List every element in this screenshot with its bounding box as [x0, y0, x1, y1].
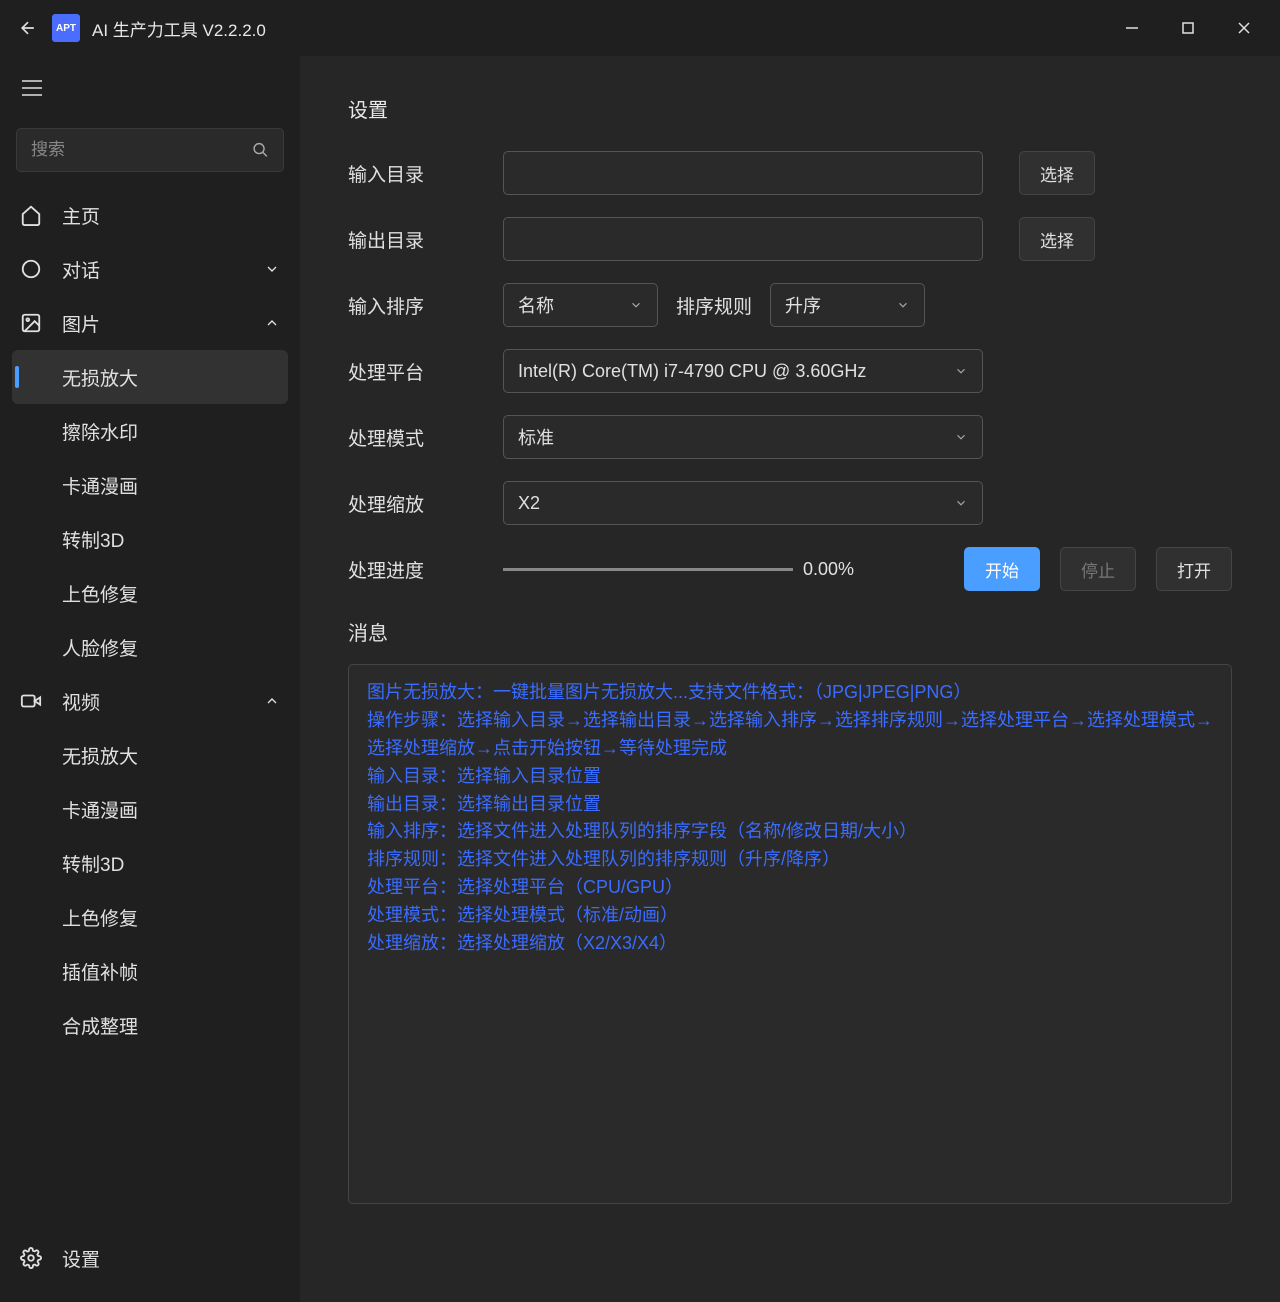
minimize-button[interactable]: [1104, 8, 1160, 48]
window-title: AI 生产力工具 V2.2.2.0: [92, 16, 1104, 41]
nav-video-cartoon[interactable]: 卡通漫画: [0, 782, 300, 836]
nav-label: 上色修复: [62, 580, 138, 607]
nav-label: 人脸修复: [62, 634, 138, 661]
chevron-down-icon: [954, 364, 968, 378]
video-icon: [20, 690, 42, 712]
maximize-button[interactable]: [1160, 8, 1216, 48]
chevron-down-icon: [896, 298, 910, 312]
mode-select[interactable]: 标准: [503, 415, 983, 459]
nav-video-compose[interactable]: 合成整理: [0, 998, 300, 1052]
message-title: 消息: [348, 617, 1232, 646]
nav-image-watermark[interactable]: 擦除水印: [0, 404, 300, 458]
choose-output-dir-button[interactable]: 选择: [1019, 217, 1095, 261]
chevron-up-icon: [264, 693, 280, 709]
label-input-dir: 输入目录: [348, 160, 503, 187]
app-icon: APT: [52, 14, 80, 42]
progress-bar: [503, 568, 793, 571]
scale-select[interactable]: X2: [503, 481, 983, 525]
nav-dialog-label: 对话: [62, 256, 100, 283]
progress-text: 0.00%: [803, 559, 933, 580]
nav-settings[interactable]: 设置: [20, 1234, 280, 1282]
titlebar: APT AI 生产力工具 V2.2.2.0: [0, 0, 1280, 56]
home-icon: [20, 204, 42, 226]
nav-image-face[interactable]: 人脸修复: [0, 620, 300, 674]
nav-image[interactable]: 图片: [0, 296, 300, 350]
nav-label: 卡通漫画: [62, 472, 138, 499]
label-scale: 处理缩放: [348, 490, 503, 517]
nav-label: 无损放大: [62, 742, 138, 769]
arrow-left-icon: [18, 18, 38, 38]
choose-input-dir-button[interactable]: 选择: [1019, 151, 1095, 195]
nav-dialog[interactable]: 对话: [0, 242, 300, 296]
chevron-down-icon: [954, 496, 968, 510]
image-icon: [20, 312, 42, 334]
chevron-up-icon: [264, 315, 280, 331]
label-output-dir: 输出目录: [348, 226, 503, 253]
stop-button[interactable]: 停止: [1060, 547, 1136, 591]
minimize-icon: [1125, 21, 1139, 35]
select-value: X2: [518, 493, 540, 514]
platform-select[interactable]: Intel(R) Core(TM) i7-4790 CPU @ 3.60GHz: [503, 349, 983, 393]
nav-video-upscale[interactable]: 无损放大: [0, 728, 300, 782]
label-sort-rule: 排序规则: [676, 292, 752, 319]
label-input-sort: 输入排序: [348, 292, 503, 319]
label-progress: 处理进度: [348, 556, 503, 583]
label-platform: 处理平台: [348, 358, 503, 385]
chevron-down-icon: [954, 430, 968, 444]
nav-settings-label: 设置: [62, 1245, 100, 1272]
nav-image-3d[interactable]: 转制3D: [0, 512, 300, 566]
nav-image-cartoon[interactable]: 卡通漫画: [0, 458, 300, 512]
section-title: 设置: [348, 94, 1232, 123]
nav-label: 转制3D: [62, 526, 124, 553]
hamburger-icon: [22, 80, 42, 96]
nav-video-label: 视频: [62, 688, 100, 715]
search-box[interactable]: [16, 128, 284, 172]
nav-label: 合成整理: [62, 1012, 138, 1039]
start-button[interactable]: 开始: [964, 547, 1040, 591]
input-sort-select[interactable]: 名称: [503, 283, 658, 327]
select-value: Intel(R) Core(TM) i7-4790 CPU @ 3.60GHz: [518, 361, 866, 382]
nav-label: 转制3D: [62, 850, 124, 877]
close-button[interactable]: [1216, 8, 1272, 48]
nav-image-colorize[interactable]: 上色修复: [0, 566, 300, 620]
nav-label: 擦除水印: [62, 418, 138, 445]
nav-label: 插值补帧: [62, 958, 138, 985]
nav-video[interactable]: 视频: [0, 674, 300, 728]
nav-label: 上色修复: [62, 904, 138, 931]
sort-rule-select[interactable]: 升序: [770, 283, 925, 327]
nav-video-interp[interactable]: 插值补帧: [0, 944, 300, 998]
open-button[interactable]: 打开: [1156, 547, 1232, 591]
input-dir-field[interactable]: [503, 151, 983, 195]
select-value: 标准: [518, 424, 554, 450]
search-icon: [252, 141, 269, 159]
search-input[interactable]: [31, 140, 252, 160]
content-panel: 设置 输入目录 选择 输出目录 选择 输入排序 名称 排序规则 升序: [300, 56, 1280, 1302]
back-button[interactable]: [8, 8, 48, 48]
nav-image-label: 图片: [62, 310, 100, 337]
nav-home[interactable]: 主页: [0, 188, 300, 242]
maximize-icon: [1181, 21, 1195, 35]
nav-image-upscale[interactable]: 无损放大: [12, 350, 288, 404]
nav-home-label: 主页: [62, 202, 100, 229]
chevron-down-icon: [264, 261, 280, 277]
output-dir-field[interactable]: [503, 217, 983, 261]
select-value: 名称: [518, 292, 554, 318]
menu-toggle[interactable]: [8, 64, 56, 112]
label-mode: 处理模式: [348, 424, 503, 451]
nav-video-colorize[interactable]: 上色修复: [0, 890, 300, 944]
chat-icon: [20, 258, 42, 280]
gear-icon: [20, 1247, 42, 1269]
select-value: 升序: [785, 292, 821, 318]
nav-label: 无损放大: [62, 364, 138, 391]
message-box[interactable]: 图片无损放大：一键批量图片无损放大...支持文件格式：（JPG|JPEG|PNG…: [348, 664, 1232, 1204]
chevron-down-icon: [629, 298, 643, 312]
close-icon: [1237, 21, 1251, 35]
sidebar: 主页 对话 图片 无损放大 擦除水印 卡通漫画 转制3D 上色修复 人脸修复 视…: [0, 56, 300, 1302]
nav-video-3d[interactable]: 转制3D: [0, 836, 300, 890]
nav-label: 卡通漫画: [62, 796, 138, 823]
